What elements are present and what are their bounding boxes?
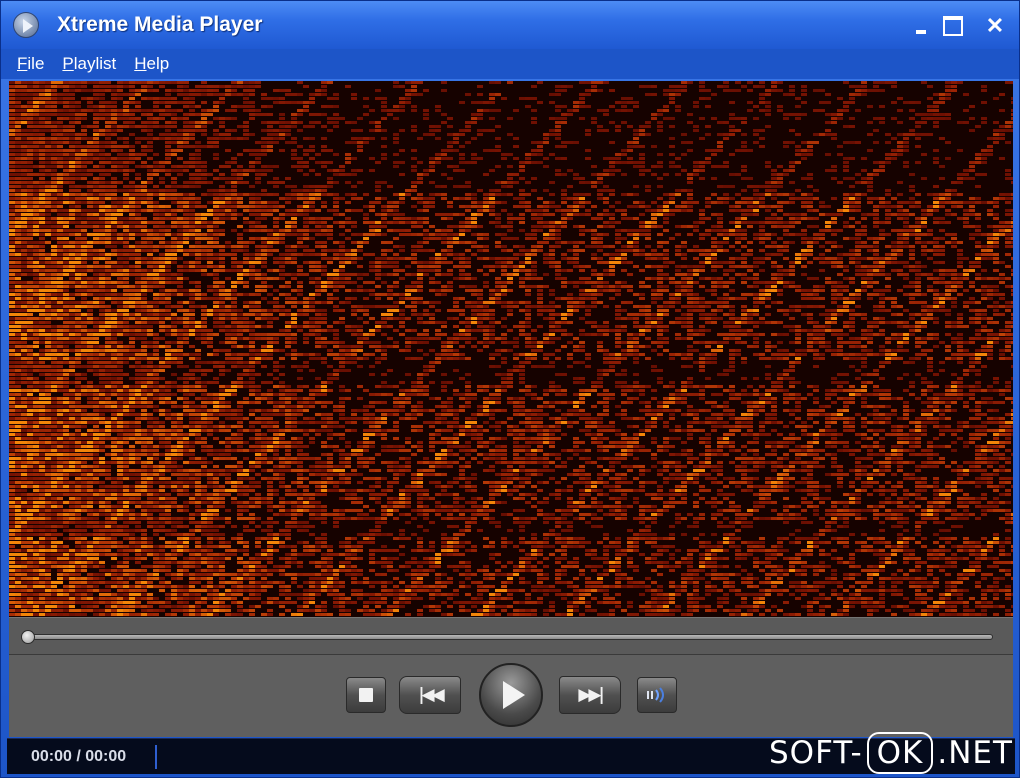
control-panel: |◀◀ ▶▶|	[9, 655, 1013, 737]
volume-button[interactable]	[637, 677, 677, 713]
seek-bar-area	[9, 617, 1013, 655]
visualization-area[interactable]	[9, 81, 1013, 617]
skip-back-icon: |◀◀	[418, 685, 444, 705]
spectrum-visualization	[9, 81, 1013, 616]
play-icon	[503, 681, 525, 709]
seek-slider[interactable]	[23, 634, 993, 640]
play-button[interactable]	[479, 663, 543, 727]
menu-help[interactable]: Help	[134, 54, 169, 74]
time-display: 00:00 / 00:00	[31, 748, 127, 765]
media-player-icon[interactable]	[13, 12, 39, 38]
maximize-button[interactable]	[939, 13, 967, 39]
stop-button[interactable]	[346, 677, 386, 713]
title-bar[interactable]: Xtreme Media Player ✕	[1, 1, 1019, 49]
next-button[interactable]: ▶▶|	[559, 676, 621, 714]
status-divider	[155, 745, 157, 769]
volume-icon	[647, 687, 664, 703]
window-title: Xtreme Media Player	[57, 13, 263, 36]
menu-playlist[interactable]: Playlist	[62, 54, 116, 74]
minimize-button[interactable]	[907, 13, 935, 39]
seek-handle[interactable]	[21, 630, 35, 644]
watermark-right: .NET	[937, 735, 1013, 771]
watermark: SOFT- OK .NET	[769, 731, 1013, 775]
skip-forward-icon: ▶▶|	[578, 685, 604, 705]
stop-icon	[359, 688, 373, 702]
menu-bar: File Playlist Help	[1, 49, 1019, 79]
close-button[interactable]: ✕	[981, 13, 1009, 39]
player-window: Xtreme Media Player ✕ File Playlist Help…	[0, 0, 1020, 778]
watermark-left: SOFT-	[769, 735, 863, 771]
menu-file[interactable]: File	[17, 54, 44, 74]
watermark-boxed: OK	[866, 732, 934, 774]
previous-button[interactable]: |◀◀	[399, 676, 461, 714]
